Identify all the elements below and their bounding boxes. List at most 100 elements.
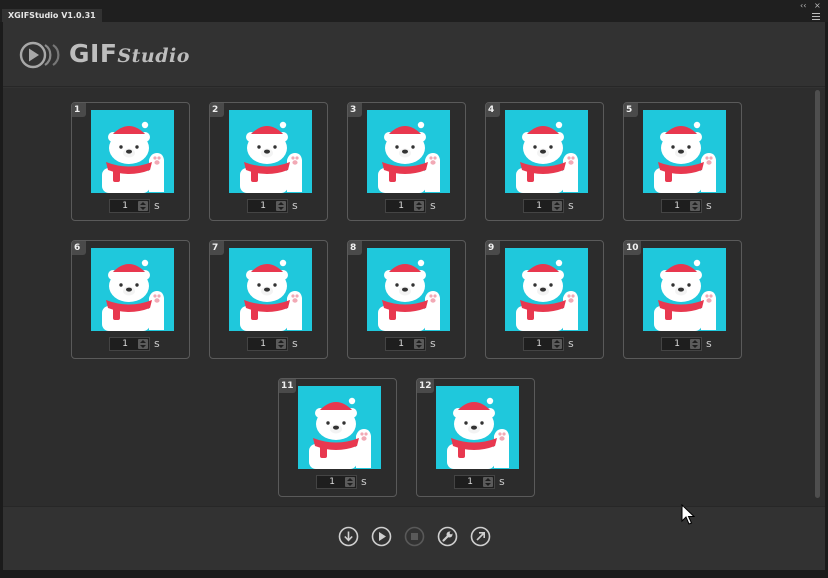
frame-number-badge: 4 bbox=[486, 103, 500, 117]
settings-wrench-icon[interactable] bbox=[437, 526, 458, 547]
frame-card[interactable]: 12 1 s bbox=[416, 378, 535, 497]
frame-number-badge: 5 bbox=[624, 103, 638, 117]
duration-value: 1 bbox=[536, 339, 542, 349]
frame-thumbnail[interactable] bbox=[505, 248, 588, 331]
spinner-arrows-icon[interactable] bbox=[414, 339, 424, 349]
duration-value: 1 bbox=[398, 201, 404, 211]
frame-number-badge: 12 bbox=[417, 379, 434, 393]
frame-number-badge: 8 bbox=[348, 241, 362, 255]
duration-spinbox[interactable]: 1 bbox=[523, 337, 564, 351]
frame-thumbnail[interactable] bbox=[367, 248, 450, 331]
frame-number-badge: 9 bbox=[486, 241, 500, 255]
duration-unit: s bbox=[706, 337, 712, 350]
spinner-arrows-icon[interactable] bbox=[552, 201, 562, 211]
frame-thumbnail[interactable] bbox=[91, 110, 174, 193]
frame-card[interactable]: 9 1 s bbox=[485, 240, 604, 359]
download-icon[interactable] bbox=[338, 526, 359, 547]
duration-unit: s bbox=[568, 199, 574, 212]
duration-unit: s bbox=[430, 199, 436, 212]
divider bbox=[3, 86, 825, 87]
collapse-icon[interactable]: ‹‹ bbox=[800, 1, 806, 11]
duration-unit: s bbox=[499, 475, 505, 488]
frame-thumbnail[interactable] bbox=[229, 110, 312, 193]
frame-number-badge: 2 bbox=[210, 103, 224, 117]
header: GIFStudio bbox=[3, 22, 825, 86]
duration-spinbox[interactable]: 1 bbox=[661, 337, 702, 351]
close-icon[interactable]: × bbox=[814, 1, 821, 11]
duration-spinbox[interactable]: 1 bbox=[247, 337, 288, 351]
tab-bar: XGIFStudio V1.0.31 ‹‹ × bbox=[0, 0, 828, 22]
playback-toolbar bbox=[3, 507, 825, 570]
logo-text: GIFStudio bbox=[69, 39, 190, 68]
duration-spinbox[interactable]: 1 bbox=[316, 475, 357, 489]
duration-unit: s bbox=[154, 199, 160, 212]
duration-value: 1 bbox=[122, 201, 128, 211]
duration-value: 1 bbox=[260, 201, 266, 211]
frame-thumbnail[interactable] bbox=[298, 386, 381, 469]
frame-card[interactable]: 2 1 s bbox=[209, 102, 328, 221]
duration-spinbox[interactable]: 1 bbox=[454, 475, 495, 489]
duration-value: 1 bbox=[260, 339, 266, 349]
duration-value: 1 bbox=[536, 201, 542, 211]
frame-card[interactable]: 7 1 s bbox=[209, 240, 328, 359]
export-icon[interactable] bbox=[470, 526, 491, 547]
duration-spinbox[interactable]: 1 bbox=[523, 199, 564, 213]
play-icon[interactable] bbox=[371, 526, 392, 547]
frame-thumbnail[interactable] bbox=[643, 110, 726, 193]
frame-number-badge: 3 bbox=[348, 103, 362, 117]
duration-spinbox[interactable]: 1 bbox=[109, 337, 150, 351]
duration-spinbox[interactable]: 1 bbox=[109, 199, 150, 213]
panel-menu-icon[interactable] bbox=[812, 13, 820, 22]
logo-icon bbox=[19, 41, 60, 69]
spinner-arrows-icon[interactable] bbox=[552, 339, 562, 349]
duration-unit: s bbox=[430, 337, 436, 350]
main-panel: GIFStudio 1 1 s 2 1 s 3 1 s 4 1 s 5 1 s 6 1 s 7 1 s 8 1 s 9 1 s 10 1… bbox=[3, 22, 825, 570]
frame-thumbnail[interactable] bbox=[436, 386, 519, 469]
frame-thumbnail[interactable] bbox=[229, 248, 312, 331]
frame-number-badge: 7 bbox=[210, 241, 224, 255]
frame-number-badge: 10 bbox=[624, 241, 641, 255]
duration-spinbox[interactable]: 1 bbox=[661, 199, 702, 213]
vertical-scrollbar[interactable] bbox=[815, 90, 820, 498]
spinner-arrows-icon[interactable] bbox=[138, 201, 148, 211]
duration-value: 1 bbox=[674, 201, 680, 211]
spinner-arrows-icon[interactable] bbox=[276, 201, 286, 211]
duration-unit: s bbox=[292, 337, 298, 350]
duration-unit: s bbox=[568, 337, 574, 350]
frame-card[interactable]: 4 1 s bbox=[485, 102, 604, 221]
frame-card[interactable]: 10 1 s bbox=[623, 240, 742, 359]
frame-card[interactable]: 11 1 s bbox=[278, 378, 397, 497]
spinner-arrows-icon[interactable] bbox=[276, 339, 286, 349]
frame-card[interactable]: 5 1 s bbox=[623, 102, 742, 221]
duration-unit: s bbox=[292, 199, 298, 212]
duration-spinbox[interactable]: 1 bbox=[385, 337, 426, 351]
duration-value: 1 bbox=[467, 477, 473, 487]
duration-value: 1 bbox=[329, 477, 335, 487]
frame-grid: 1 1 s 2 1 s 3 1 s 4 1 s 5 1 s 6 1 s 7 1 s 8 1 s 9 1 s 10 1 s 11 1 s 12 1 s bbox=[3, 88, 825, 525]
duration-unit: s bbox=[706, 199, 712, 212]
duration-value: 1 bbox=[122, 339, 128, 349]
frame-card[interactable]: 1 1 s bbox=[71, 102, 190, 221]
app-title-tab[interactable]: XGIFStudio V1.0.31 bbox=[2, 9, 102, 22]
frame-number-badge: 1 bbox=[72, 103, 86, 117]
frame-thumbnail[interactable] bbox=[367, 110, 450, 193]
frame-card[interactable]: 8 1 s bbox=[347, 240, 466, 359]
spinner-arrows-icon[interactable] bbox=[345, 477, 355, 487]
spinner-arrows-icon[interactable] bbox=[690, 201, 700, 211]
spinner-arrows-icon[interactable] bbox=[690, 339, 700, 349]
spinner-arrows-icon[interactable] bbox=[414, 201, 424, 211]
frame-card[interactable]: 6 1 s bbox=[71, 240, 190, 359]
frame-number-badge: 6 bbox=[72, 241, 86, 255]
frame-number-badge: 11 bbox=[279, 379, 296, 393]
stop-icon[interactable] bbox=[404, 526, 425, 547]
frame-thumbnail[interactable] bbox=[91, 248, 174, 331]
duration-value: 1 bbox=[398, 339, 404, 349]
duration-unit: s bbox=[361, 475, 367, 488]
frame-card[interactable]: 3 1 s bbox=[347, 102, 466, 221]
duration-spinbox[interactable]: 1 bbox=[385, 199, 426, 213]
frame-thumbnail[interactable] bbox=[505, 110, 588, 193]
frame-thumbnail[interactable] bbox=[643, 248, 726, 331]
spinner-arrows-icon[interactable] bbox=[138, 339, 148, 349]
duration-spinbox[interactable]: 1 bbox=[247, 199, 288, 213]
spinner-arrows-icon[interactable] bbox=[483, 477, 493, 487]
